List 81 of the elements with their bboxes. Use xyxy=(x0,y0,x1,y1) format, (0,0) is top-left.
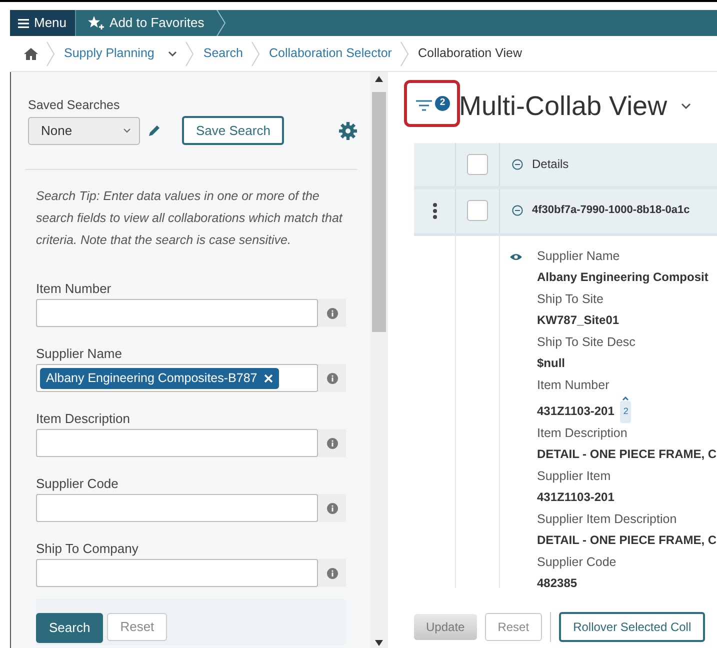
count-badge[interactable]: 2 xyxy=(620,401,632,422)
detail-label: Ship To Site xyxy=(537,290,604,308)
collapse-icon[interactable] xyxy=(512,205,523,216)
detail-label: Ship To Site Desc xyxy=(537,334,636,351)
breadcrumb-link[interactable]: Search xyxy=(203,44,243,63)
row-id: 4f30bf7a-7990-1000-8b18-0a1c xyxy=(532,203,690,218)
caret-icon xyxy=(123,128,131,133)
settings-icon[interactable] xyxy=(339,122,357,140)
detail-value: KW787_Site01 xyxy=(537,313,620,327)
saved-searches-label: Saved Searches xyxy=(28,97,121,114)
eye-icon[interactable] xyxy=(510,252,522,260)
info-button[interactable] xyxy=(318,299,346,328)
save-search-button[interactable]: Save Search xyxy=(182,116,284,146)
add-favorites-button[interactable]: Add to Favorites xyxy=(74,10,216,36)
reset-button[interactable]: Reset xyxy=(107,613,168,641)
chevron-divider xyxy=(216,10,226,36)
info-icon xyxy=(326,568,338,579)
detail-value: 431Z1103-201 xyxy=(537,490,614,504)
input-field[interactable] xyxy=(36,429,318,458)
search-button[interactable]: Search xyxy=(36,613,104,643)
scroll-down-arrow[interactable] xyxy=(375,640,383,646)
pencil-icon xyxy=(149,125,160,136)
detail-label: Supplier Item xyxy=(537,468,612,485)
breadcrumb-separator xyxy=(250,42,261,66)
detail-label: Item Number xyxy=(537,376,610,394)
search-tip: Search Tip: Enter data values in one or more of the search fields to view all collaborations which match that criteria. Note that the search is case sensitive. xyxy=(36,188,344,250)
field-label: Ship To Company xyxy=(36,541,140,558)
filter-count-badge: 2 xyxy=(435,96,450,111)
detail-value: Albany Engineering Composit xyxy=(537,270,708,284)
field-label: Supplier Code xyxy=(36,476,120,492)
info-icon xyxy=(326,502,338,514)
input-field[interactable] xyxy=(36,559,318,588)
info-button[interactable] xyxy=(318,494,346,522)
info-button[interactable] xyxy=(318,559,346,588)
more-vertical-icon[interactable] xyxy=(432,202,436,218)
field-label: Supplier Name xyxy=(36,346,123,362)
reset-button[interactable]: Reset xyxy=(484,613,542,641)
input-field[interactable] xyxy=(36,494,318,522)
filter-icon[interactable] xyxy=(416,100,432,112)
checkbox[interactable] xyxy=(467,200,488,221)
detail-label: Item Description xyxy=(537,424,628,442)
input-field[interactable] xyxy=(36,299,318,328)
field-label: Item Description xyxy=(36,411,131,428)
info-icon xyxy=(326,308,338,319)
breadcrumb-link[interactable]: Supply Planning xyxy=(64,44,154,63)
info-icon xyxy=(326,372,338,384)
scroll-up-arrow[interactable] xyxy=(375,76,383,82)
field-label: Item Number xyxy=(36,281,112,298)
info-icon xyxy=(326,438,338,449)
detail-label: Supplier Code xyxy=(537,554,618,571)
input-field[interactable]: Albany Engineering Composites-B787 xyxy=(36,364,318,392)
star-plus-icon xyxy=(88,16,105,30)
info-button[interactable] xyxy=(318,429,346,458)
breadcrumb-current: Collaboration View xyxy=(418,45,522,62)
home-icon[interactable] xyxy=(24,48,38,60)
saved-search-select[interactable]: None xyxy=(28,116,140,144)
detail-value: 431Z1103-201 xyxy=(537,404,614,418)
detail-label: Supplier Item Description xyxy=(537,510,678,528)
detail-label: Supplier Name xyxy=(537,248,621,265)
detail-value: 482385 xyxy=(537,576,578,590)
selected-tag: Albany Engineering Composites-B787 xyxy=(40,368,280,389)
collapse-icon[interactable] xyxy=(512,158,523,170)
caret-up-icon xyxy=(622,396,630,401)
breadcrumb-link[interactable]: Collaboration Selector xyxy=(268,44,392,63)
caret-icon[interactable] xyxy=(681,103,692,110)
breadcrumb-separator xyxy=(46,42,56,66)
scrollbar[interactable] xyxy=(370,72,388,648)
detail-value: $null xyxy=(537,356,566,370)
close-icon[interactable] xyxy=(264,374,274,383)
menu-icon xyxy=(18,18,29,28)
info-button[interactable] xyxy=(318,364,346,392)
menu-button[interactable]: Menu xyxy=(10,10,75,36)
column-header: Details xyxy=(532,156,569,173)
breadcrumb-separator xyxy=(185,42,196,66)
caret-icon[interactable] xyxy=(168,50,178,56)
detail-value: DETAIL - ONE PIECE FRAME, C xyxy=(537,447,717,461)
checkbox[interactable] xyxy=(467,154,488,174)
detail-value: DETAIL - ONE PIECE FRAME, C xyxy=(537,533,717,547)
rollover-button[interactable]: Rollover Selected Coll xyxy=(559,612,706,642)
breadcrumb-separator xyxy=(400,42,410,66)
view-title: Multi-Collab View xyxy=(459,90,668,123)
